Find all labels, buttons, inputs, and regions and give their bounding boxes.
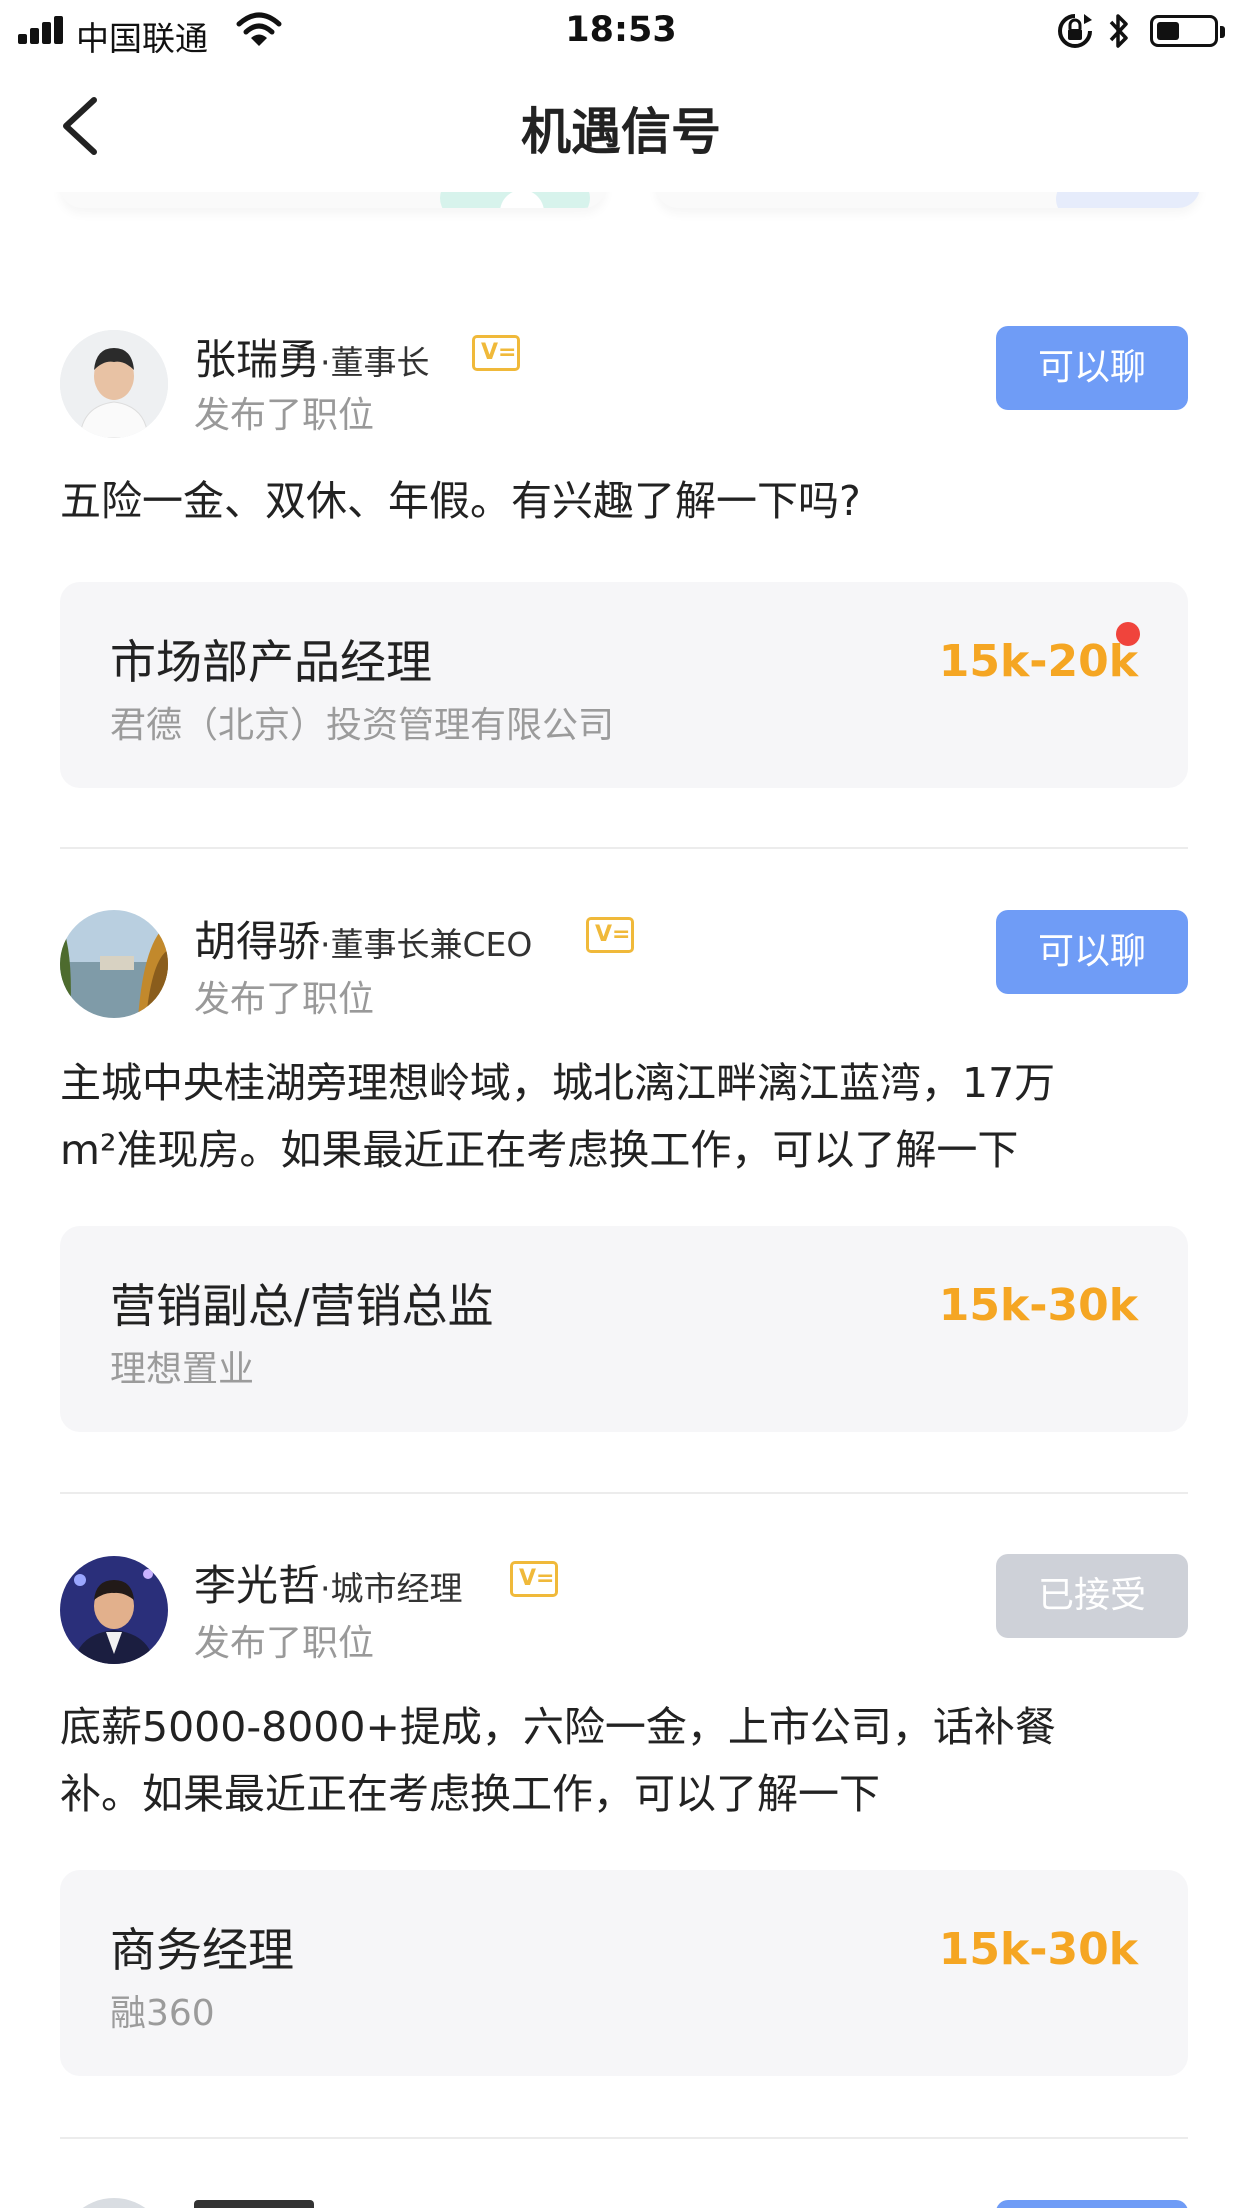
avatar[interactable] [60, 330, 168, 438]
divider [60, 1492, 1188, 1494]
accepted-button[interactable]: 已接受 [996, 1554, 1188, 1638]
job-company: 君德（北京）投资管理有限公司 [110, 705, 615, 746]
job-company: 融360 [110, 1993, 215, 2034]
post-subtitle: 发布了职位 [194, 1623, 375, 1664]
verified-badge-icon: V= [510, 1561, 558, 1597]
unread-dot [1116, 622, 1140, 646]
job-title: 商务经理 [110, 1923, 294, 1977]
battery-icon [1150, 15, 1225, 47]
nav-bar: 机遇信号 [0, 62, 1242, 192]
job-salary: 15k-30k [938, 1924, 1138, 1975]
avatar[interactable] [60, 1556, 168, 1664]
chat-button[interactable] [996, 2200, 1188, 2208]
divider [60, 847, 1188, 849]
poster-job-title: ·城市经理 [320, 1569, 463, 1608]
page-title: 机遇信号 [521, 103, 721, 161]
job-title: 营销副总/营销总监 [110, 1279, 494, 1333]
status-bar: 中国联通 18:53 [0, 0, 1242, 62]
divider [60, 2137, 1188, 2139]
poster-name[interactable]: 胡得骄·董事长兼CEO [194, 908, 532, 969]
poster-job-title: ·董事长 [320, 343, 430, 382]
opportunity-item[interactable]: 李光哲·城市经理 V= 发布了职位 已接受 底薪5000-8000+提成，六险一… [60, 1552, 1188, 2082]
chat-button[interactable]: 可以聊 [996, 910, 1188, 994]
post-subtitle: 发布了职位 [194, 395, 375, 436]
poster-name[interactable]: 李光哲·城市经理 [194, 1552, 463, 1613]
job-card[interactable]: 市场部产品经理 君德（北京）投资管理有限公司 15k-20k [60, 582, 1188, 788]
message-text: 五险一金、双休、年假。有兴趣了解一下吗? [60, 477, 861, 525]
chat-button[interactable]: 可以聊 [996, 326, 1188, 410]
battery-level [1157, 22, 1179, 40]
opportunity-item[interactable]: 张瑞勇·董事长 V= 发布了职位 可以聊 五险一金、双休、年假。有兴趣了解一下吗… [60, 326, 1188, 796]
job-card[interactable]: 商务经理 融360 15k-30k [60, 1870, 1188, 2076]
avatar[interactable] [60, 910, 168, 1018]
opportunity-item[interactable] [60, 2190, 1188, 2208]
message-text: 主城中央桂湖旁理想岭域，城北漓江畔漓江蓝湾，17万 m²准现房。如果最近正在考虑… [60, 1059, 1056, 1174]
job-title: 市场部产品经理 [110, 635, 432, 689]
verified-badge-icon: V= [472, 335, 520, 371]
job-card[interactable]: 营销副总/营销总监 理想置业 15k-30k [60, 1226, 1188, 1432]
poster-name[interactable]: 张瑞勇·董事长 [194, 326, 430, 387]
poster-name[interactable] [194, 2200, 314, 2208]
job-salary: 15k-20k [938, 636, 1138, 687]
message-text: 底薪5000-8000+提成，六险一金，上市公司，话补餐 补。如果最近正在考虑换… [60, 1703, 1056, 1818]
bluetooth-icon [1109, 14, 1128, 48]
verified-badge-icon: V= [586, 917, 634, 953]
poster-job-title: ·董事长兼CEO [320, 925, 533, 964]
avatar[interactable] [60, 2198, 168, 2208]
post-subtitle: 发布了职位 [194, 979, 375, 1020]
rotation-lock-icon [1058, 14, 1092, 48]
opportunity-item[interactable]: 胡得骄·董事长兼CEO V= 发布了职位 可以聊 主城中央桂湖旁理想岭域，城北漓… [60, 908, 1188, 1438]
job-company: 理想置业 [110, 1349, 255, 1390]
job-salary: 15k-30k [938, 1280, 1138, 1331]
